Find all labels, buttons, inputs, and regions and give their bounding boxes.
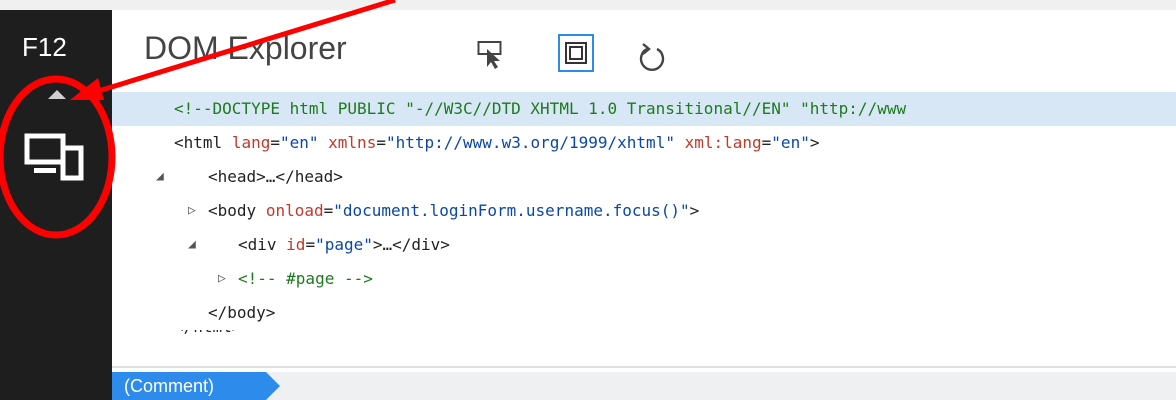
- f12-label: F12: [22, 32, 67, 62]
- tree-node-body[interactable]: ◢ <body onload="document.loginForm.usern…: [112, 194, 1176, 252]
- highlight-elements-icon: [558, 34, 594, 72]
- refresh-button[interactable]: [637, 40, 667, 72]
- tree-node-doctype[interactable]: <!--DOCTYPE html PUBLIC "-//W3C//DTD XHT…: [112, 92, 1176, 126]
- select-element-icon: [477, 41, 502, 69]
- selected-tool-indicator: [48, 90, 66, 99]
- select-element-button[interactable]: [477, 40, 503, 70]
- tree-node-partial: </html>: [112, 330, 1176, 350]
- breadcrumb-comment[interactable]: (Comment): [112, 372, 280, 400]
- tree-node-comment[interactable]: <!-- #page -->: [112, 262, 1176, 296]
- dom-tree: <!--DOCTYPE html PUBLIC "-//W3C//DTD XHT…: [112, 92, 1176, 364]
- emulation-icon[interactable]: [24, 132, 88, 190]
- tree-node-head[interactable]: ▷ <head>…</head>: [112, 160, 1176, 218]
- breadcrumb-bar: (Comment): [112, 372, 1176, 400]
- tree-node-body-close[interactable]: </body>: [112, 296, 1176, 330]
- highlight-elements-button[interactable]: [558, 34, 594, 72]
- tree-node-div-page[interactable]: ▷ <div id="page">…</div>: [112, 228, 1176, 286]
- panel-title: DOM Explorer: [144, 30, 347, 66]
- window-top-strip: [0, 0, 1176, 10]
- dom-explorer-panel: DOM Explorer <!--DOCTYPE html PUBLIC "-/…: [112, 10, 1176, 400]
- devtools-sidebar: F12: [0, 10, 112, 400]
- tree-node-html[interactable]: ◢ <html lang="en" xmlns="http://www.w3.o…: [112, 126, 1176, 184]
- refresh-icon: [639, 43, 665, 71]
- status-divider: [112, 366, 1176, 368]
